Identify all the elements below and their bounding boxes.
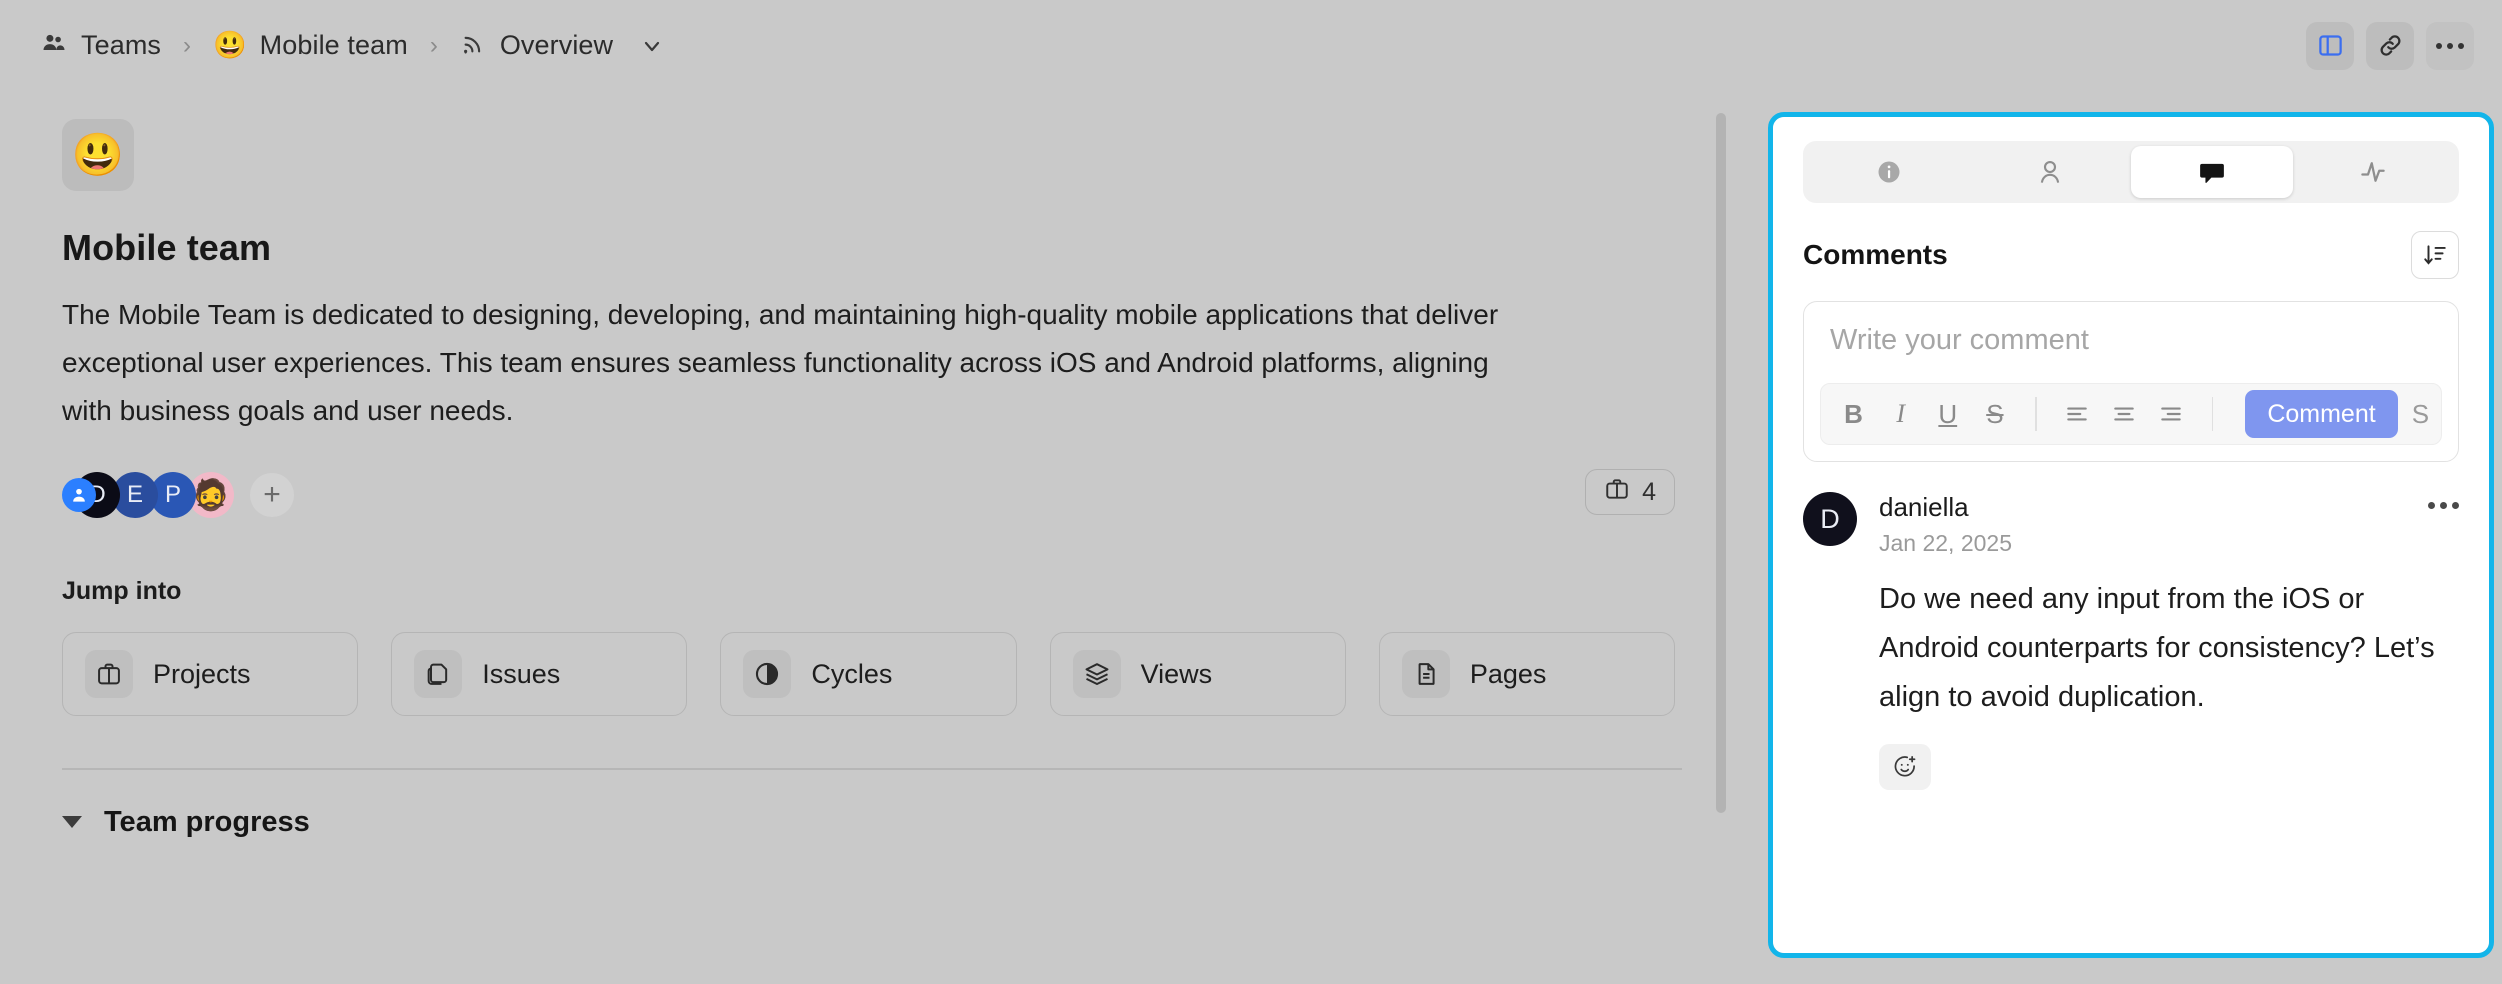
jump-card-views[interactable]: Views xyxy=(1049,632,1346,716)
briefcase-icon xyxy=(85,650,133,698)
align-left-icon xyxy=(2067,407,2088,421)
layers-copy-icon xyxy=(414,650,463,698)
projects-count-chip[interactable]: 4 xyxy=(1585,469,1675,515)
top-bar: Teams › 😃 Mobile team › Overview xyxy=(0,0,2502,91)
comment-bubble-icon xyxy=(2199,163,2224,183)
chevron-down-icon[interactable] xyxy=(640,34,664,58)
comment-author: daniella xyxy=(1879,492,1969,522)
comment-header: D daniella Jan 22, 2025 xyxy=(1803,492,2459,557)
comments-title: Comments xyxy=(1803,239,1948,270)
tab-members[interactable] xyxy=(1970,146,2132,198)
more-options-button[interactable] xyxy=(2426,21,2474,70)
jump-card-issues[interactable]: Issues xyxy=(391,632,688,716)
comments-panel: Comments Write your comment B I U S Comm… xyxy=(1773,117,2489,953)
member-avatars[interactable]: D E P 🧔 + xyxy=(62,472,294,518)
tab-comments[interactable] xyxy=(2131,146,2293,198)
jump-card-label-projects: Projects xyxy=(153,658,251,689)
comment-date: Jan 22, 2025 xyxy=(1879,530,2013,556)
briefcase-icon xyxy=(1604,476,1630,509)
align-center-button[interactable] xyxy=(2104,390,2145,438)
comment-input[interactable]: Write your comment xyxy=(1804,324,2458,383)
toolbar-overflow-hint[interactable]: S xyxy=(2412,399,2429,430)
person-badge-icon xyxy=(62,478,96,512)
jump-card-projects[interactable]: Projects xyxy=(62,632,359,716)
align-left-button[interactable] xyxy=(2057,390,2098,438)
collapse-triangle-icon[interactable] xyxy=(62,816,82,828)
breadcrumb-label-overview: Overview xyxy=(499,30,614,60)
team-emoji[interactable]: 😃 xyxy=(62,119,134,191)
stack-icon xyxy=(1072,650,1121,698)
breadcrumb-separator: › xyxy=(183,31,192,59)
jump-card-label-pages: Pages xyxy=(1469,658,1547,689)
jump-into-row: Projects Issues Cycles Views Pages xyxy=(62,632,1676,716)
align-right-button[interactable] xyxy=(2151,390,2192,438)
jump-card-label-issues: Issues xyxy=(482,658,561,689)
activity-pulse-icon xyxy=(2361,162,2385,182)
bold-button[interactable]: B xyxy=(1833,390,1874,438)
strikethrough-button[interactable]: S xyxy=(1974,390,2015,438)
breadcrumb-item-teams[interactable]: Teams xyxy=(34,25,167,66)
team-progress-section[interactable]: Team progress xyxy=(62,806,1675,839)
main-scrollbar[interactable] xyxy=(1716,113,1726,813)
submit-comment-button[interactable]: Comment xyxy=(2245,390,2398,438)
align-right-icon xyxy=(2161,407,2182,421)
jump-card-pages[interactable]: Pages xyxy=(1378,632,1676,716)
breadcrumb-separator-2: › xyxy=(429,31,438,59)
team-progress-label: Team progress xyxy=(104,805,310,838)
page-title: Mobile team xyxy=(62,227,272,268)
avatar: D xyxy=(1803,492,1857,546)
tab-activity[interactable] xyxy=(2293,146,2455,198)
jump-card-cycles[interactable]: Cycles xyxy=(720,632,1017,716)
main-content: 😃 Mobile team The Mobile Team is dedicat… xyxy=(0,91,1735,984)
italic-button[interactable]: I xyxy=(1880,390,1921,438)
person-icon xyxy=(2041,160,2060,183)
info-icon xyxy=(1878,161,1900,183)
ellipsis-icon xyxy=(2436,42,2464,49)
breadcrumb: Teams › 😃 Mobile team › Overview xyxy=(34,25,2306,66)
comments-panel-highlight: Comments Write your comment B I U S Comm… xyxy=(1768,112,2494,958)
projects-count: 4 xyxy=(1642,477,1656,506)
jump-card-label-cycles: Cycles xyxy=(811,658,893,689)
tab-info[interactable] xyxy=(1808,146,1970,198)
add-reaction-icon xyxy=(1894,755,1916,777)
contrast-circle-icon xyxy=(743,650,792,698)
comment-body: Do we need any input from the iOS or And… xyxy=(1879,583,2435,713)
toggle-sidebar-button[interactable] xyxy=(2306,21,2354,70)
document-icon xyxy=(1401,650,1450,698)
emoji-grinning-icon: 😃 xyxy=(213,30,247,60)
add-reaction-button[interactable] xyxy=(1879,744,1931,790)
toolbar-divider-2 xyxy=(2212,397,2214,431)
breadcrumb-item-overview[interactable]: Overview xyxy=(454,26,670,66)
section-divider xyxy=(62,768,1682,770)
sort-descending-icon xyxy=(2424,245,2446,265)
underline-button[interactable]: U xyxy=(1927,390,1968,438)
breadcrumb-item-mobile-team[interactable]: 😃 Mobile team xyxy=(207,26,414,65)
broadcast-icon xyxy=(460,30,487,62)
editor-toolbar: B I U S Comment S xyxy=(1820,383,2442,445)
app-root: Teams › 😃 Mobile team › Overview 😃 Mobil… xyxy=(0,0,2502,984)
panel-tabs xyxy=(1803,141,2459,203)
breadcrumb-label-teams: Teams xyxy=(81,30,162,60)
comment-meta: daniella Jan 22, 2025 xyxy=(1879,492,2406,557)
team-description: The Mobile Team is dedicated to designin… xyxy=(62,299,1499,426)
sort-comments-button[interactable] xyxy=(2411,231,2459,279)
add-member-button[interactable]: + xyxy=(250,473,294,517)
breadcrumb-label-mobile-team: Mobile team xyxy=(259,30,408,60)
align-center-icon xyxy=(2114,407,2135,421)
top-bar-actions xyxy=(2306,21,2474,70)
teams-icon xyxy=(40,29,68,62)
jump-card-label-views: Views xyxy=(1140,658,1213,689)
comment-editor: Write your comment B I U S Comment S xyxy=(1803,301,2459,462)
comment-item: D daniella Jan 22, 2025 Do we need any i… xyxy=(1803,492,2459,790)
jump-into-title: Jump into xyxy=(62,577,182,605)
comments-header: Comments xyxy=(1803,231,2459,279)
comment-more-button[interactable] xyxy=(2428,492,2459,509)
members-row: D E P 🧔 + 4 xyxy=(62,467,1675,523)
copy-link-button[interactable] xyxy=(2366,21,2414,70)
toolbar-divider-1 xyxy=(2035,397,2037,431)
